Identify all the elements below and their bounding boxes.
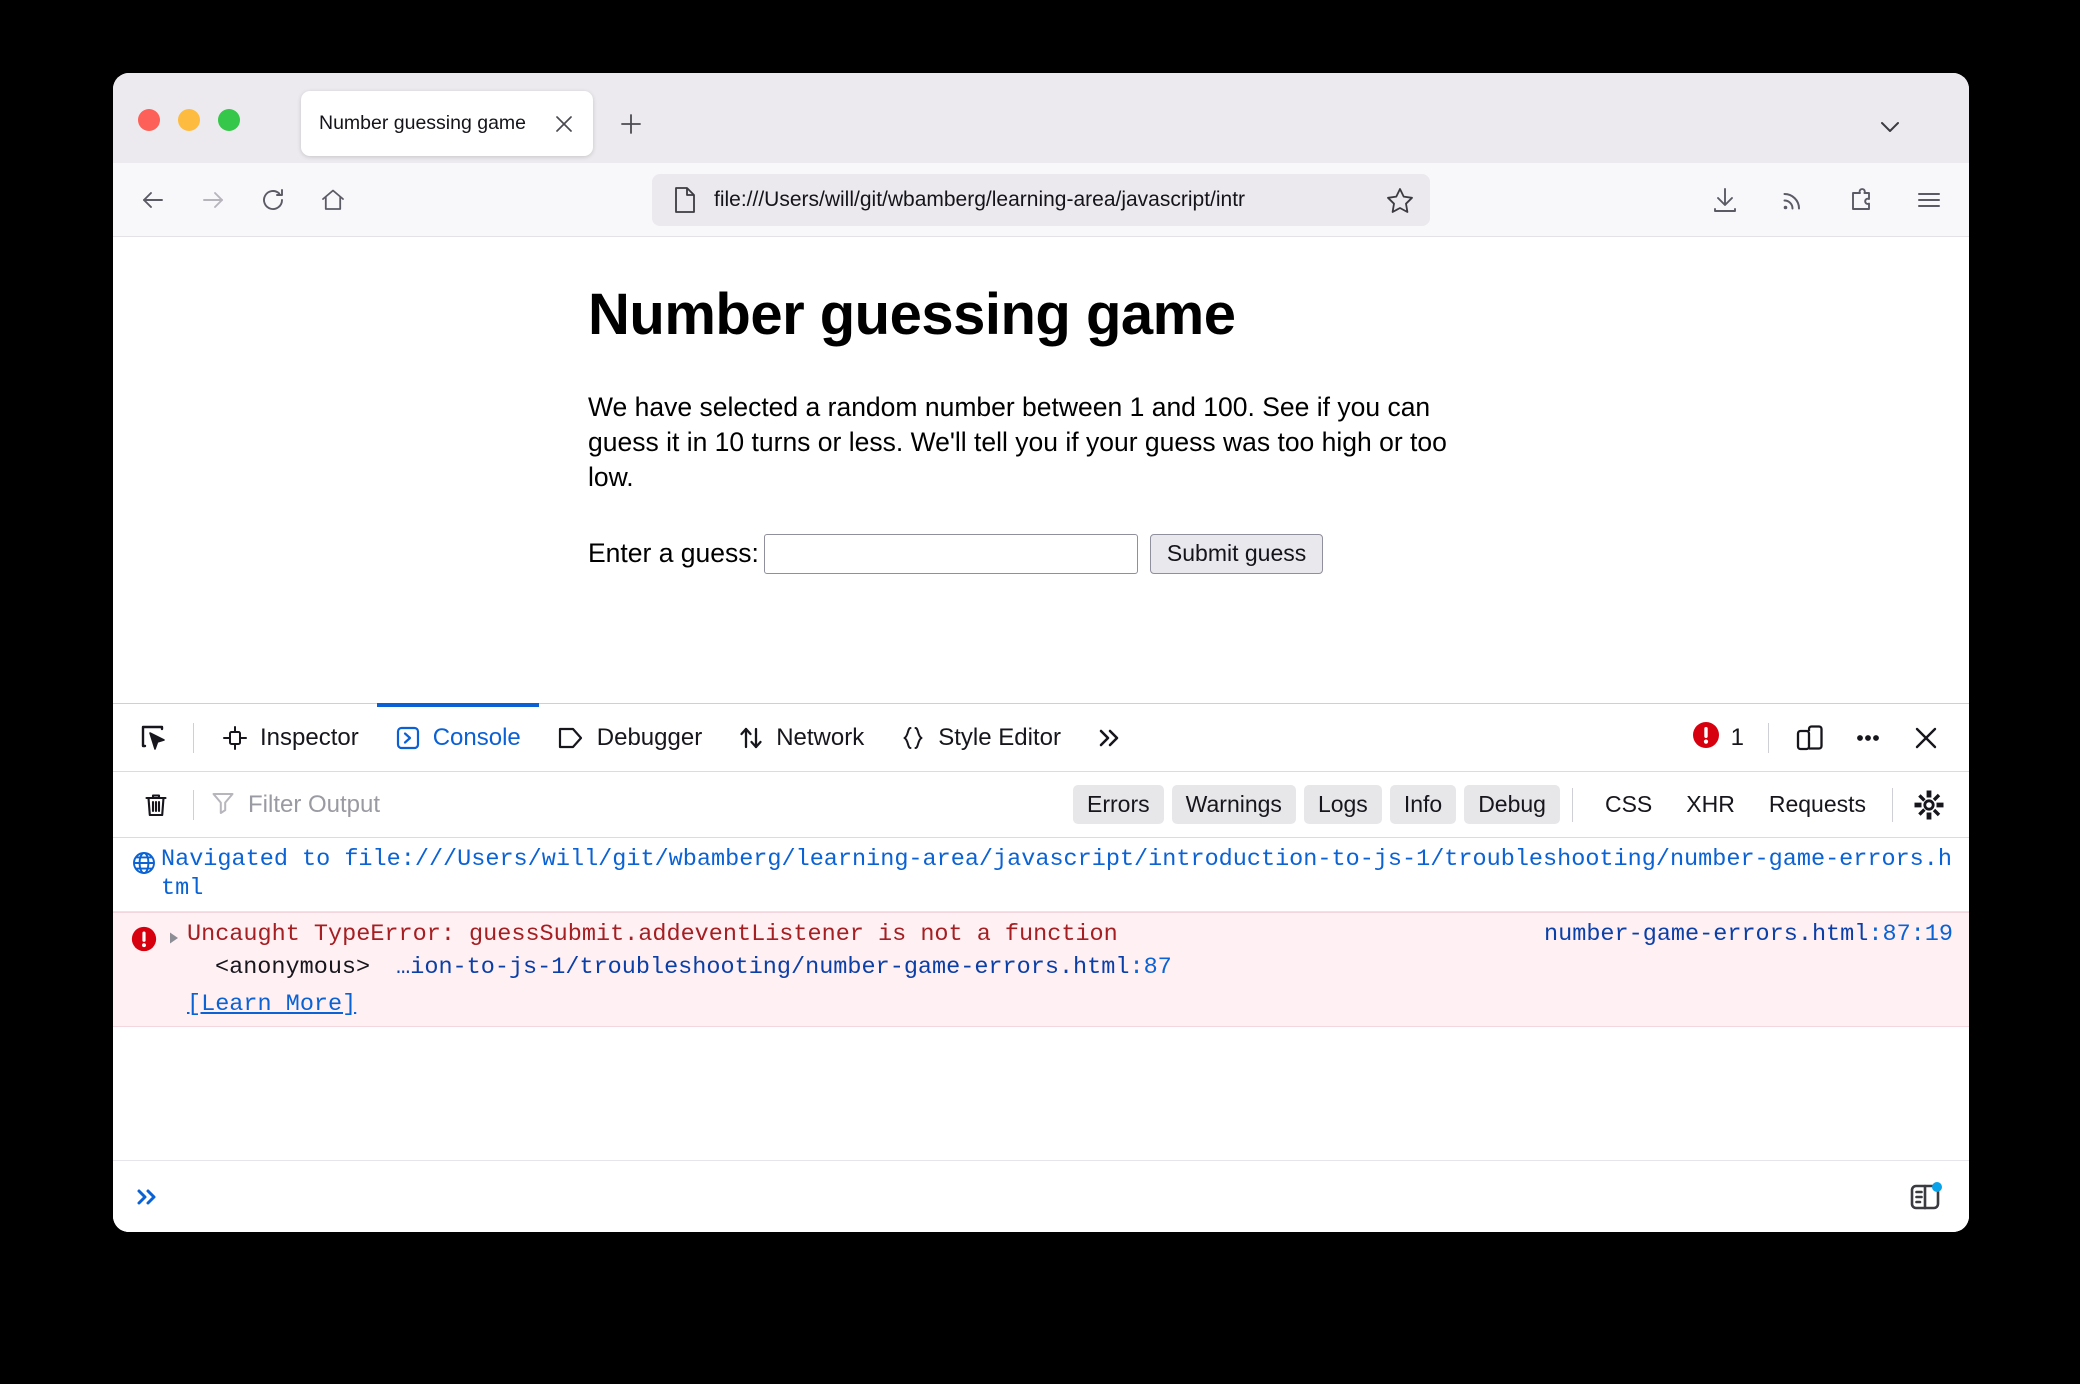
browser-tab-title: Number guessing game xyxy=(319,112,527,134)
console-filter-buttons: Errors Warnings Logs Info Debug CSS XHR … xyxy=(1065,781,1953,829)
forward-arrow-icon[interactable] xyxy=(187,174,239,226)
devtools-toolbar-right: 1 xyxy=(1681,711,1953,765)
gear-icon[interactable] xyxy=(1905,781,1953,829)
filter-group-divider xyxy=(1571,787,1573,822)
error-circle-icon xyxy=(1691,720,1721,755)
list-all-tabs-chevron-down-icon[interactable] xyxy=(1873,109,1907,143)
error-count-label: 1 xyxy=(1730,723,1744,751)
browser-toolbar-right xyxy=(1685,174,1955,226)
toolbar-divider xyxy=(193,722,194,753)
back-arrow-icon[interactable] xyxy=(127,174,179,226)
console-error-source-file: number-game-errors.html xyxy=(1544,921,1869,949)
console-input[interactable] xyxy=(161,1161,1951,1232)
stack-frame-function: <anonymous> xyxy=(215,954,371,982)
page-document-icon xyxy=(672,185,698,215)
console-filter-bar: Filter Output Errors Warnings Logs Info … xyxy=(113,772,1969,838)
tab-debugger-label: Debugger xyxy=(596,723,703,751)
stack-frame-line: :87 xyxy=(1129,954,1172,982)
settings-divider xyxy=(1892,787,1893,822)
console-error-text: Uncaught TypeError: guessSubmit.addevent… xyxy=(187,921,1118,949)
tab-inspector-label: Inspector xyxy=(260,723,359,751)
console-message-navigation[interactable]: Navigated to file:///Users/will/git/wbam… xyxy=(113,838,1969,913)
close-icon[interactable] xyxy=(549,109,579,139)
element-picker-icon[interactable] xyxy=(125,709,183,767)
console-error-source-line: :87:19 xyxy=(1868,921,1953,949)
close-window-button[interactable] xyxy=(138,109,160,131)
funnel-icon xyxy=(210,789,236,820)
console-chevron-icon xyxy=(395,725,421,751)
submit-guess-button[interactable]: Submit guess xyxy=(1149,533,1324,574)
page-description: We have selected a random number between… xyxy=(588,392,1447,493)
devtools-toolbar: Inspector Console Debugger Network Style… xyxy=(113,703,1969,772)
filter-warnings-button[interactable]: Warnings xyxy=(1171,785,1296,824)
tab-debugger[interactable]: Debugger xyxy=(539,704,720,771)
filter-errors-button[interactable]: Errors xyxy=(1073,785,1164,824)
tab-style-editor[interactable]: Style Editor xyxy=(882,704,1079,771)
debugger-icon xyxy=(557,725,585,751)
download-icon[interactable] xyxy=(1699,174,1751,226)
window-traffic-lights xyxy=(138,109,240,131)
responsive-design-mode-icon[interactable] xyxy=(1783,711,1837,765)
stack-frame-location[interactable]: …ion-to-js-1/troubleshooting/number-game… xyxy=(396,954,1172,981)
filter-logs-button[interactable]: Logs xyxy=(1303,785,1382,824)
inspector-icon xyxy=(222,725,248,751)
tab-network-label: Network xyxy=(776,723,865,751)
error-count-badge[interactable]: 1 xyxy=(1681,720,1754,755)
browser-toolbar: file:///Users/will/git/wbamberg/learning… xyxy=(113,163,1969,237)
split-console-editor-icon[interactable] xyxy=(1899,1171,1951,1223)
guess-field-label: Enter a guess: xyxy=(588,538,759,569)
braces-icon xyxy=(900,725,926,751)
page-viewport: Number guessing game We have selected a … xyxy=(113,237,1969,703)
filter-requests-button[interactable]: Requests xyxy=(1755,785,1880,824)
filter-xhr-button[interactable]: XHR xyxy=(1672,785,1749,824)
home-icon[interactable] xyxy=(307,174,359,226)
double-chevron-right-icon xyxy=(131,1182,161,1212)
double-chevron-right-icon[interactable] xyxy=(1079,704,1137,771)
close-devtools-icon[interactable] xyxy=(1899,711,1953,765)
filter-info-button[interactable]: Info xyxy=(1389,785,1457,824)
filter-divider xyxy=(193,789,194,820)
extensions-icon[interactable] xyxy=(1835,174,1887,226)
browser-window: Number guessing game file:///Users/will/… xyxy=(113,73,1969,1232)
globe-icon xyxy=(127,846,161,876)
zoom-window-button[interactable] xyxy=(218,109,240,131)
tab-strip: Number guessing game xyxy=(113,73,1969,163)
guess-form: Enter a guess: Submit guess xyxy=(588,533,1506,574)
minimize-window-button[interactable] xyxy=(178,109,200,131)
console-input-row[interactable] xyxy=(113,1160,1969,1232)
hamburger-menu-icon[interactable] xyxy=(1903,174,1955,226)
console-output[interactable]: Navigated to file:///Users/will/git/wbam… xyxy=(113,838,1969,1160)
triangle-right-icon[interactable] xyxy=(161,921,187,946)
console-navigation-text: Navigated to file:///Users/will/git/wbam… xyxy=(161,846,1952,902)
star-icon[interactable] xyxy=(1380,180,1420,220)
guess-input[interactable] xyxy=(763,533,1138,574)
stack-frame-file: …ion-to-js-1/troubleshooting/number-game… xyxy=(396,954,1130,982)
trash-icon[interactable] xyxy=(129,778,183,832)
error-circle-icon xyxy=(127,921,161,953)
tab-console[interactable]: Console xyxy=(376,703,539,771)
address-bar[interactable]: file:///Users/will/git/wbamberg/learning… xyxy=(652,173,1430,226)
filter-output-placeholder: Filter Output xyxy=(248,790,381,818)
tab-style-editor-label: Style Editor xyxy=(938,723,1061,751)
console-error-source-link[interactable]: number-game-errors.html:87:19 xyxy=(1514,921,1953,948)
learn-more-link[interactable]: [Learn More] xyxy=(187,991,356,1018)
devtools-panel: Inspector Console Debugger Network Style… xyxy=(113,703,1969,1232)
rss-icon[interactable] xyxy=(1767,174,1819,226)
filter-css-button[interactable]: CSS xyxy=(1591,785,1666,824)
console-error-stack-frame[interactable]: <anonymous> …ion-to-js-1/troubleshooting… xyxy=(187,954,1953,981)
filter-debug-button[interactable]: Debug xyxy=(1464,785,1560,824)
network-arrows-icon xyxy=(738,725,764,751)
console-message-error[interactable]: Uncaught TypeError: guessSubmit.addevent… xyxy=(113,912,1969,1028)
new-tab-button[interactable] xyxy=(613,106,649,142)
toolbar-divider-right xyxy=(1768,722,1769,753)
devtools-tab-list: Inspector Console Debugger Network Style… xyxy=(204,703,1137,771)
reload-icon[interactable] xyxy=(247,174,299,226)
page-title: Number guessing game xyxy=(588,282,1236,347)
tab-inspector[interactable]: Inspector xyxy=(204,704,377,771)
browser-tab[interactable]: Number guessing game xyxy=(301,91,593,156)
address-bar-url: file:///Users/will/git/wbamberg/learning… xyxy=(714,187,1246,211)
meatball-menu-icon[interactable] xyxy=(1841,711,1895,765)
tab-console-label: Console xyxy=(432,723,521,751)
tab-network[interactable]: Network xyxy=(720,704,882,771)
